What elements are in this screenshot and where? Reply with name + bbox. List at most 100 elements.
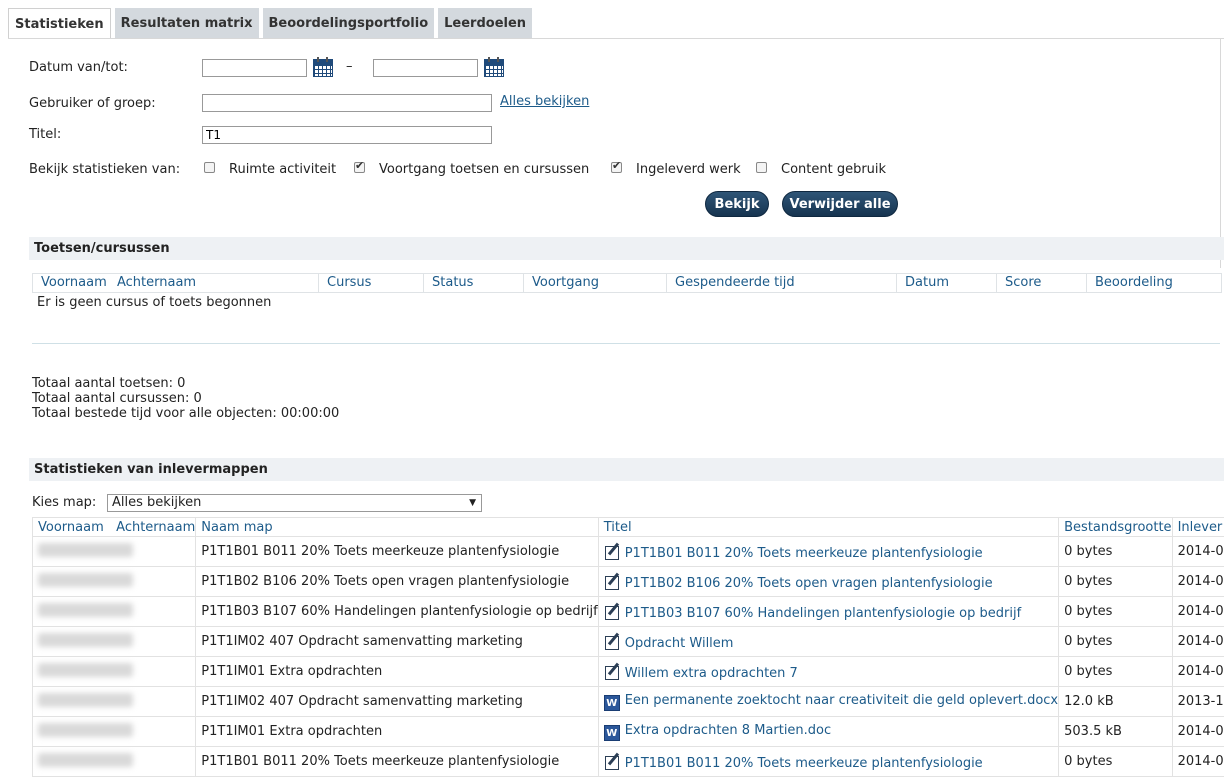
date-cell: 2013-1 (1172, 687, 1224, 717)
submission-title-link[interactable]: P1T1B02 B106 20% Toets open vragen plant… (625, 576, 993, 591)
user-label: Gebruiker of groep: (29, 96, 156, 111)
blurred-name (38, 693, 133, 707)
date-separator: – (346, 59, 353, 74)
checkbox-ruimte-activiteit[interactable] (204, 162, 215, 173)
submission-title-link[interactable]: Extra opdrachten 8 Martien.doc (625, 723, 831, 738)
size-cell: 0 bytes (1059, 597, 1172, 627)
title-cell[interactable]: P1T1B02 B106 20% Toets open vragen plant… (598, 567, 1058, 597)
remove-all-button[interactable]: Verwijder alle (782, 191, 898, 217)
user-input[interactable] (202, 94, 492, 112)
title-cell[interactable]: WExtra opdrachten 8 Martien.doc (598, 717, 1058, 747)
table-row[interactable]: P1T1IM01 Extra opdrachten Willem extra op… (33, 657, 1224, 687)
date-cell: 2014-0 (1172, 567, 1224, 597)
tab-beoordelingsportfolio[interactable]: Beoordelingsportfolio (263, 8, 435, 39)
col-inlever[interactable]: Inlever (1172, 518, 1224, 537)
title-label: Titel: (29, 127, 61, 142)
blurred-name (38, 573, 133, 587)
title-cell[interactable]: P1T1B03 B107 60% Handelingen plantenfysi… (598, 597, 1058, 627)
folder-cell: P1T1IM01 Extra opdrachten (196, 657, 598, 687)
panel-border (8, 38, 1224, 39)
user-name-cell (33, 597, 196, 627)
folder-cell: P1T1B01 B011 20% Toets meerkeuze planten… (196, 747, 598, 777)
title-cell[interactable]: Opdracht Willem (598, 627, 1058, 657)
folder-select[interactable]: Alles bekijken ▼ (107, 494, 482, 512)
edit-icon (604, 573, 620, 589)
folder-label: Kies map: (32, 495, 96, 510)
calendar-to-icon[interactable] (484, 57, 504, 76)
col-titel[interactable]: Titel (598, 518, 1058, 537)
submissions-section-header: Statistieken van inlevermappen (29, 458, 1224, 481)
tests-empty-message: Er is geen cursus of toets begonnen (37, 295, 271, 310)
col-name-header[interactable]: Voornaam Achternaam (33, 518, 196, 537)
user-name-cell (33, 657, 196, 687)
submission-title-link[interactable]: Willem extra opdrachten 7 (625, 666, 798, 681)
title-cell[interactable]: Willem extra opdrachten 7 (598, 657, 1058, 687)
col-achternaam[interactable]: Achternaam (109, 274, 319, 292)
checkbox-content-gebruik[interactable] (756, 162, 767, 173)
col-bestandsgrootte[interactable]: Bestandsgrootte (1059, 518, 1172, 537)
checkbox-label-content: Content gebruik (781, 162, 886, 177)
col-naam-map[interactable]: Naam map (196, 518, 598, 537)
col-achternaam[interactable]: Achternaam (116, 520, 195, 535)
date-to-input[interactable] (373, 59, 478, 77)
view-button[interactable]: Bekijk (705, 191, 769, 217)
table-row[interactable]: P1T1B01 B011 20% Toets meerkeuze planten… (33, 537, 1224, 567)
table-row[interactable]: P1T1IM01 Extra opdrachtenWExtra opdracht… (33, 717, 1224, 747)
tab-statistieken[interactable]: Statistieken (8, 8, 111, 39)
col-voortgang[interactable]: Voortgang (524, 274, 667, 292)
tab-leerdoelen[interactable]: Leerdoelen (438, 8, 532, 39)
user-name-cell (33, 627, 196, 657)
size-cell: 0 bytes (1059, 567, 1172, 597)
col-score[interactable]: Score (997, 274, 1087, 292)
tab-resultaten-matrix[interactable]: Resultaten matrix (115, 8, 259, 39)
checkbox-ingeleverd-werk[interactable] (611, 162, 622, 173)
submissions-rows: P1T1B01 B011 20% Toets meerkeuze planten… (33, 537, 1224, 777)
view-all-link[interactable]: Alles bekijken (500, 94, 589, 109)
calendar-from-icon[interactable] (313, 57, 333, 76)
folder-select-value: Alles bekijken (112, 495, 201, 510)
submission-title-link[interactable]: Een permanente zoektocht naar creativite… (625, 693, 1058, 708)
table-row[interactable]: P1T1IM02 407 Opdracht samenvatting marke… (33, 687, 1224, 717)
user-name-cell (33, 747, 196, 777)
col-datum[interactable]: Datum (897, 274, 997, 292)
col-cursus[interactable]: Cursus (319, 274, 424, 292)
table-row[interactable]: P1T1B02 B106 20% Toets open vragen plant… (33, 567, 1224, 597)
title-input[interactable] (202, 126, 492, 144)
checkbox-voortgang[interactable] (354, 162, 365, 173)
blurred-name (38, 603, 133, 617)
tests-section-header: Toetsen/cursussen (29, 237, 1224, 260)
edit-icon (604, 543, 620, 559)
col-voornaam[interactable]: Voornaam (33, 274, 117, 292)
date-from-input[interactable] (202, 59, 307, 77)
table-row[interactable]: P1T1IM02 407 Opdracht samenvatting marke… (33, 627, 1224, 657)
checkbox-label-ingeleverd: Ingeleverd werk (636, 162, 741, 177)
date-cell: 2014-0 (1172, 537, 1224, 567)
submission-title-link[interactable]: P1T1B01 B011 20% Toets meerkeuze planten… (625, 756, 983, 771)
tests-divider (32, 343, 1220, 344)
date-cell: 2014-0 (1172, 597, 1224, 627)
submission-title-link[interactable]: Opdracht Willem (625, 636, 734, 651)
date-label: Datum van/tot: (29, 60, 128, 75)
title-cell[interactable]: P1T1B01 B011 20% Toets meerkeuze planten… (598, 537, 1058, 567)
title-cell[interactable]: P1T1B01 B011 20% Toets meerkeuze planten… (598, 747, 1058, 777)
size-cell: 503.5 kB (1059, 717, 1172, 747)
col-gespendeerde-tijd[interactable]: Gespendeerde tijd (667, 274, 897, 292)
size-cell: 0 bytes (1059, 747, 1172, 777)
user-name-cell (33, 567, 196, 597)
col-status[interactable]: Status (424, 274, 524, 292)
blurred-name (38, 633, 133, 647)
user-name-cell (33, 537, 196, 567)
folder-cell: P1T1B03 B107 60% Handelingen plantenfysi… (196, 597, 598, 627)
folder-cell: P1T1B02 B106 20% Toets open vragen plant… (196, 567, 598, 597)
submission-title-link[interactable]: P1T1B03 B107 60% Handelingen plantenfysi… (625, 606, 1021, 621)
title-cell[interactable]: WEen permanente zoektocht naar creativit… (598, 687, 1058, 717)
table-row[interactable]: P1T1B01 B011 20% Toets meerkeuze planten… (33, 747, 1224, 777)
table-row[interactable]: P1T1B03 B107 60% Handelingen plantenfysi… (33, 597, 1224, 627)
size-cell: 12.0 kB (1059, 687, 1172, 717)
blurred-name (38, 663, 133, 677)
col-beoordeling[interactable]: Beoordeling (1087, 274, 1221, 292)
folder-cell: P1T1B01 B011 20% Toets meerkeuze planten… (196, 537, 598, 567)
submission-title-link[interactable]: P1T1B01 B011 20% Toets meerkeuze planten… (625, 546, 983, 561)
col-voornaam[interactable]: Voornaam (38, 520, 104, 535)
date-cell: 2014-0 (1172, 747, 1224, 777)
